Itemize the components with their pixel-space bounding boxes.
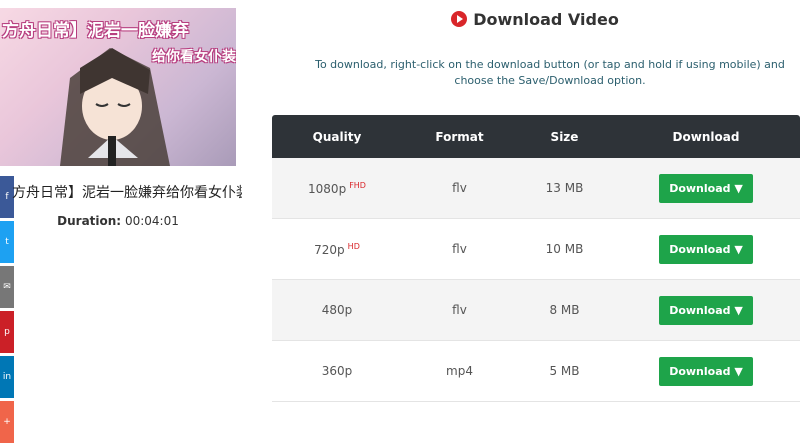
video-duration: Duration: 00:04:01 [0,214,236,228]
quality-badge: FHD [349,180,366,190]
quality-cell: 360p [321,364,353,378]
download-button[interactable]: Download ▼ [659,356,753,386]
thumbnail-caption: 方舟日常】泥岩一脸嫌弃 给你看女仆装 [2,21,236,65]
download-table: Quality Format Size Download 1080p FHD fl… [272,115,800,402]
email-icon[interactable]: ✉ [0,266,14,308]
format-cell: flv [452,303,467,317]
duration-label: Duration: [57,214,122,228]
column-format: Format [435,129,484,144]
download-button[interactable]: Download ▼ [659,234,753,264]
table-row: 1080p FHD flv 13 MB Download ▼ [272,158,800,219]
format-cell: flv [452,242,467,256]
table-row: 480p flv 8 MB Download ▼ [272,280,800,341]
linkedin-icon[interactable]: in [0,356,14,398]
size-cell: 13 MB [545,181,584,195]
duration-value: 00:04:01 [124,214,179,228]
quality-cell: 480p [321,303,353,317]
format-cell: flv [452,181,467,195]
video-title: 方舟日常】泥岩一脸嫌弃给你看女仆装 [12,185,242,201]
table-header: Quality Format Size Download [272,115,800,158]
size-cell: 10 MB [545,242,584,256]
size-cell: 5 MB [549,364,580,378]
download-instructions: To download, right-click on the download… [315,58,785,87]
download-heading: Download Video [270,10,800,29]
video-thumbnail[interactable]: 方舟日常】泥岩一脸嫌弃 给你看女仆装 [0,8,236,166]
table-row: 360p mp4 5 MB Download ▼ [272,341,800,402]
column-quality: Quality [312,129,362,144]
pinterest-icon[interactable]: p [0,311,14,353]
format-cell: mp4 [446,364,473,378]
quality-badge: HD [347,241,360,251]
table-row: 720p HD flv 10 MB Download ▼ [272,219,800,280]
quality-cell: 1080p FHD [308,180,366,196]
column-size: Size [550,129,579,144]
column-download: Download [672,129,740,144]
more-share-icon[interactable]: + [0,401,14,443]
size-cell: 8 MB [549,303,580,317]
quality-cell: 720p HD [314,241,360,257]
play-icon [451,11,468,27]
download-button[interactable]: Download ▼ [659,295,753,325]
download-button[interactable]: Download ▼ [659,173,753,203]
